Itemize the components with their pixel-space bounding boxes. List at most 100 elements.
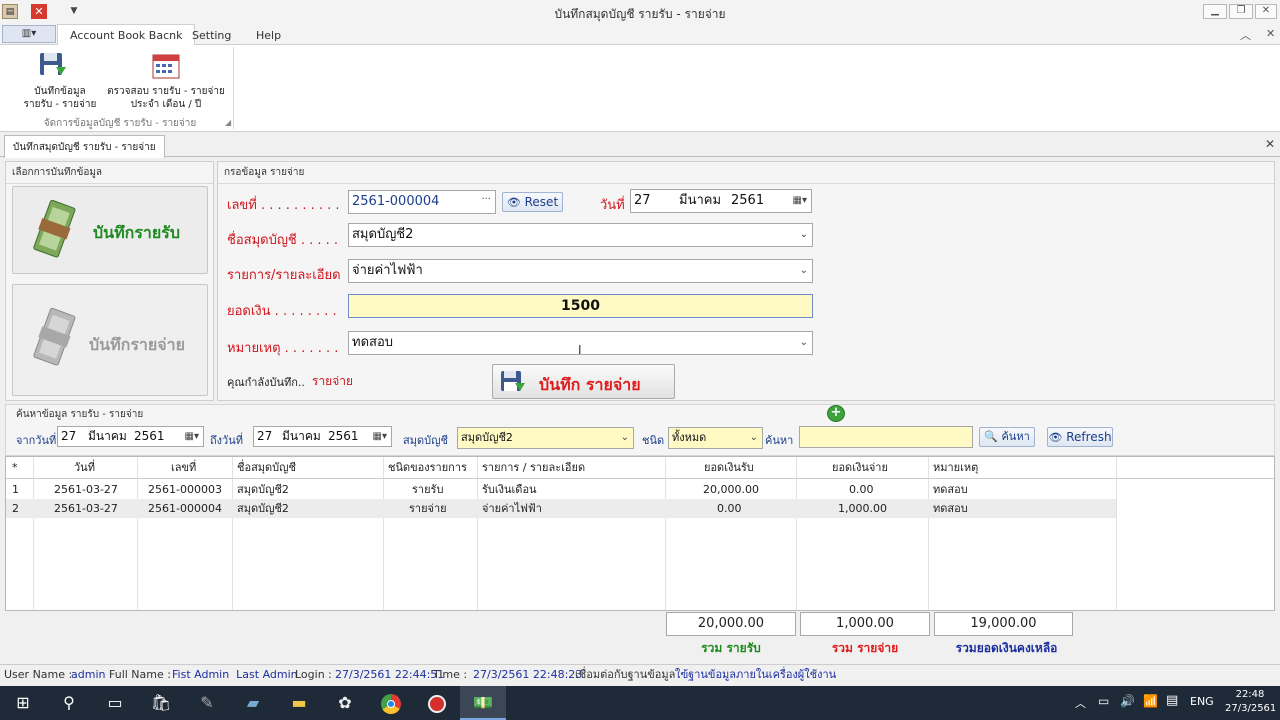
chevron-down-icon[interactable]: ⌄	[750, 428, 758, 448]
chevron-down-icon[interactable]: ⌄	[800, 332, 808, 354]
tab-help[interactable]: Help	[256, 29, 281, 42]
clock[interactable]: 22:48 27/3/2561	[1225, 688, 1276, 716]
save-button-label: บันทึก รายจ่าย	[539, 375, 641, 394]
from-year: 2561	[134, 429, 165, 443]
table-row[interactable]: 2 2561-03-27 2561-000004 สมุดบัญชี2 รายจ…	[6, 499, 1116, 518]
book-select[interactable]: สมุดบัญชี2 ⌄	[348, 223, 813, 247]
maximize-button[interactable]: ❐	[1229, 4, 1253, 19]
ribbon-button-label: รายรับ - รายจ่าย	[23, 99, 97, 110]
col-header-book[interactable]: ชื่อสมุดบัญชี	[237, 457, 297, 479]
table-row[interactable]: 1 2561-03-27 2561-000003 สมุดบัญชี2 รายร…	[6, 480, 1116, 499]
notification-icon[interactable]: ▤	[1166, 693, 1178, 708]
item-select[interactable]: จ่ายค่าไฟฟ้า ⌄	[348, 259, 813, 283]
tab-account-book[interactable]: Account Book Bacnk	[57, 24, 196, 46]
fullname-value: Fist Admin Last Admin	[172, 668, 298, 681]
table-cell: รายรับ	[412, 483, 444, 496]
file-explorer-icon[interactable]: ▬	[276, 686, 322, 720]
table-cell: จ่ายค่าไฟฟ้า	[482, 502, 542, 515]
to-date-picker[interactable]: 27 มีนาคม 2561 ▦▾	[253, 426, 392, 447]
search-book-select[interactable]: สมุดบัญชี2 ⌄	[457, 427, 634, 449]
chrome-icon[interactable]	[368, 686, 414, 720]
login-value: 27/3/2561 22:44:51	[335, 668, 445, 681]
from-date-picker[interactable]: 27 มีนาคม 2561 ▦▾	[57, 426, 204, 447]
query-input[interactable]	[799, 426, 973, 448]
close-document-icon[interactable]: ✕	[1265, 137, 1275, 151]
col-header-type[interactable]: ชนิดของรายการ	[388, 457, 467, 479]
from-date-label: จากวันที่	[16, 434, 57, 447]
collapse-ribbon-icon[interactable]: ︿	[1240, 27, 1251, 43]
chevron-down-icon[interactable]: ⌄	[621, 428, 629, 448]
volume-icon[interactable]: 🔊	[1120, 694, 1135, 708]
network-icon[interactable]: 📶	[1143, 694, 1158, 708]
store-icon[interactable]: 🛍	[138, 686, 184, 720]
col-header-index[interactable]: *	[12, 457, 18, 479]
close-window-button[interactable]: ✕	[1255, 4, 1277, 19]
record-app-icon[interactable]	[414, 686, 460, 720]
tools-app-icon[interactable]: ✎	[184, 686, 230, 720]
calendar-dropdown-icon[interactable]: ▦▾	[373, 427, 387, 446]
date-label: วันที่	[600, 198, 625, 213]
reset-button[interactable]: 👁 Reset	[502, 192, 563, 212]
search-button[interactable]: 🔍 ค้นหา	[979, 427, 1035, 447]
number-label: เลขที่ . . . . . . . . . .	[227, 198, 340, 213]
col-header-number[interactable]: เลขที่	[171, 457, 197, 479]
amount-field[interactable]: 1500	[348, 294, 813, 318]
ribbon-close-icon[interactable]: ✕	[1266, 27, 1275, 40]
calendar-icon	[152, 54, 180, 79]
col-header-detail[interactable]: รายการ / รายละเอียด	[482, 457, 586, 479]
ribbon-button-label: บันทึกข้อมูล	[34, 86, 86, 97]
ellipsis-icon[interactable]: ···	[481, 189, 491, 211]
amount-value: 1500	[561, 298, 600, 314]
table-cell: สมุดบัญชี2	[237, 483, 289, 496]
date-picker[interactable]: 27 มีนาคม 2561 ▦▾	[630, 189, 812, 213]
show-hidden-icons[interactable]: ︿	[1075, 695, 1086, 711]
search-icon[interactable]: ⚲	[46, 686, 92, 720]
windows-start-icon[interactable]: ⊞	[0, 686, 46, 720]
tab-setting[interactable]: Setting	[192, 29, 231, 42]
col-header-expense[interactable]: ยอดเงินจ่าย	[832, 457, 888, 479]
number-field[interactable]: 2561-000004 ···	[348, 190, 496, 214]
refresh-button[interactable]: 👁 Refresh	[1047, 427, 1113, 447]
item-value: จ่ายค่าไฟฟ้า	[352, 263, 423, 278]
paint-app-icon[interactable]: ✿	[322, 686, 368, 720]
calendar-dropdown-icon[interactable]: ▦▾	[793, 190, 807, 212]
language-indicator[interactable]: ENG	[1190, 695, 1214, 708]
calendar-dropdown-icon[interactable]: ▦▾	[185, 427, 199, 446]
document-tab[interactable]: บันทึกสมุดบัญชี รายรับ - รายจ่าย	[4, 135, 165, 158]
document-tab-bar: บันทึกสมุดบัญชี รายรับ - รายจ่าย ✕	[0, 132, 1280, 158]
expense-record-button[interactable]: บันทึกรายจ่าย	[12, 284, 208, 396]
group-launcher-icon[interactable]: ◢	[225, 118, 231, 127]
fullname-label: Full Name :	[109, 668, 171, 681]
search-book-label: สมุดบัญชี	[403, 434, 448, 447]
save-record-button[interactable]: บันทึก รายจ่าย	[492, 364, 675, 399]
review-report-ribbon-button[interactable]: ตรวจสอบ รายรับ - รายจ่าย ประจำ เดือน / ป…	[105, 47, 227, 110]
number-value: 2561-000004	[352, 194, 440, 209]
record-entry-ribbon-button[interactable]: บันทึกข้อมูล รายรับ - รายจ่าย	[18, 47, 102, 110]
time-value: 27/3/2561 22:48:23	[473, 668, 583, 681]
add-icon[interactable]: +	[827, 405, 845, 422]
note-label: หมายเหตุ . . . . . . .	[227, 341, 339, 356]
income-record-button[interactable]: บันทึกรายรับ	[12, 186, 208, 274]
table-cell: 1,000.00	[838, 502, 887, 515]
notepad-app-icon[interactable]: ▰	[230, 686, 276, 720]
battery-icon[interactable]: ▭	[1098, 694, 1109, 708]
type-select[interactable]: ทั้งหมด ⌄	[668, 427, 763, 449]
total-income-label: รวม รายรับ	[701, 641, 761, 655]
login-label: Login :	[295, 668, 332, 681]
title-bar: ▤ ✕ ▼ บันทึกสมุดบัญชี รายรับ - รายจ่าย ▁…	[0, 0, 1280, 24]
col-header-date[interactable]: วันที่	[74, 457, 95, 479]
account-book-app-icon[interactable]: 💵	[460, 686, 506, 720]
user-label: User Name :	[4, 668, 73, 681]
status-bar: User Name : admin Full Name : Fist Admin…	[0, 664, 1280, 686]
to-month: มีนาคม	[282, 429, 321, 443]
type-value: ทั้งหมด	[672, 431, 707, 444]
chevron-down-icon[interactable]: ⌄	[800, 260, 808, 282]
col-header-note[interactable]: หมายเหตุ	[933, 457, 979, 479]
task-view-icon[interactable]: ▭	[92, 686, 138, 720]
table-cell: ทดสอบ	[933, 483, 968, 496]
db-mode-text: ใฃ้ฐานข้อมูลภายในเครื่องผู้ใช้งาน	[675, 668, 837, 681]
app-menu-button[interactable]: ▥▾	[2, 25, 56, 43]
chevron-down-icon[interactable]: ⌄	[800, 224, 808, 246]
minimize-button[interactable]: ▁	[1203, 4, 1227, 19]
col-header-income[interactable]: ยอดเงินรับ	[704, 457, 754, 479]
